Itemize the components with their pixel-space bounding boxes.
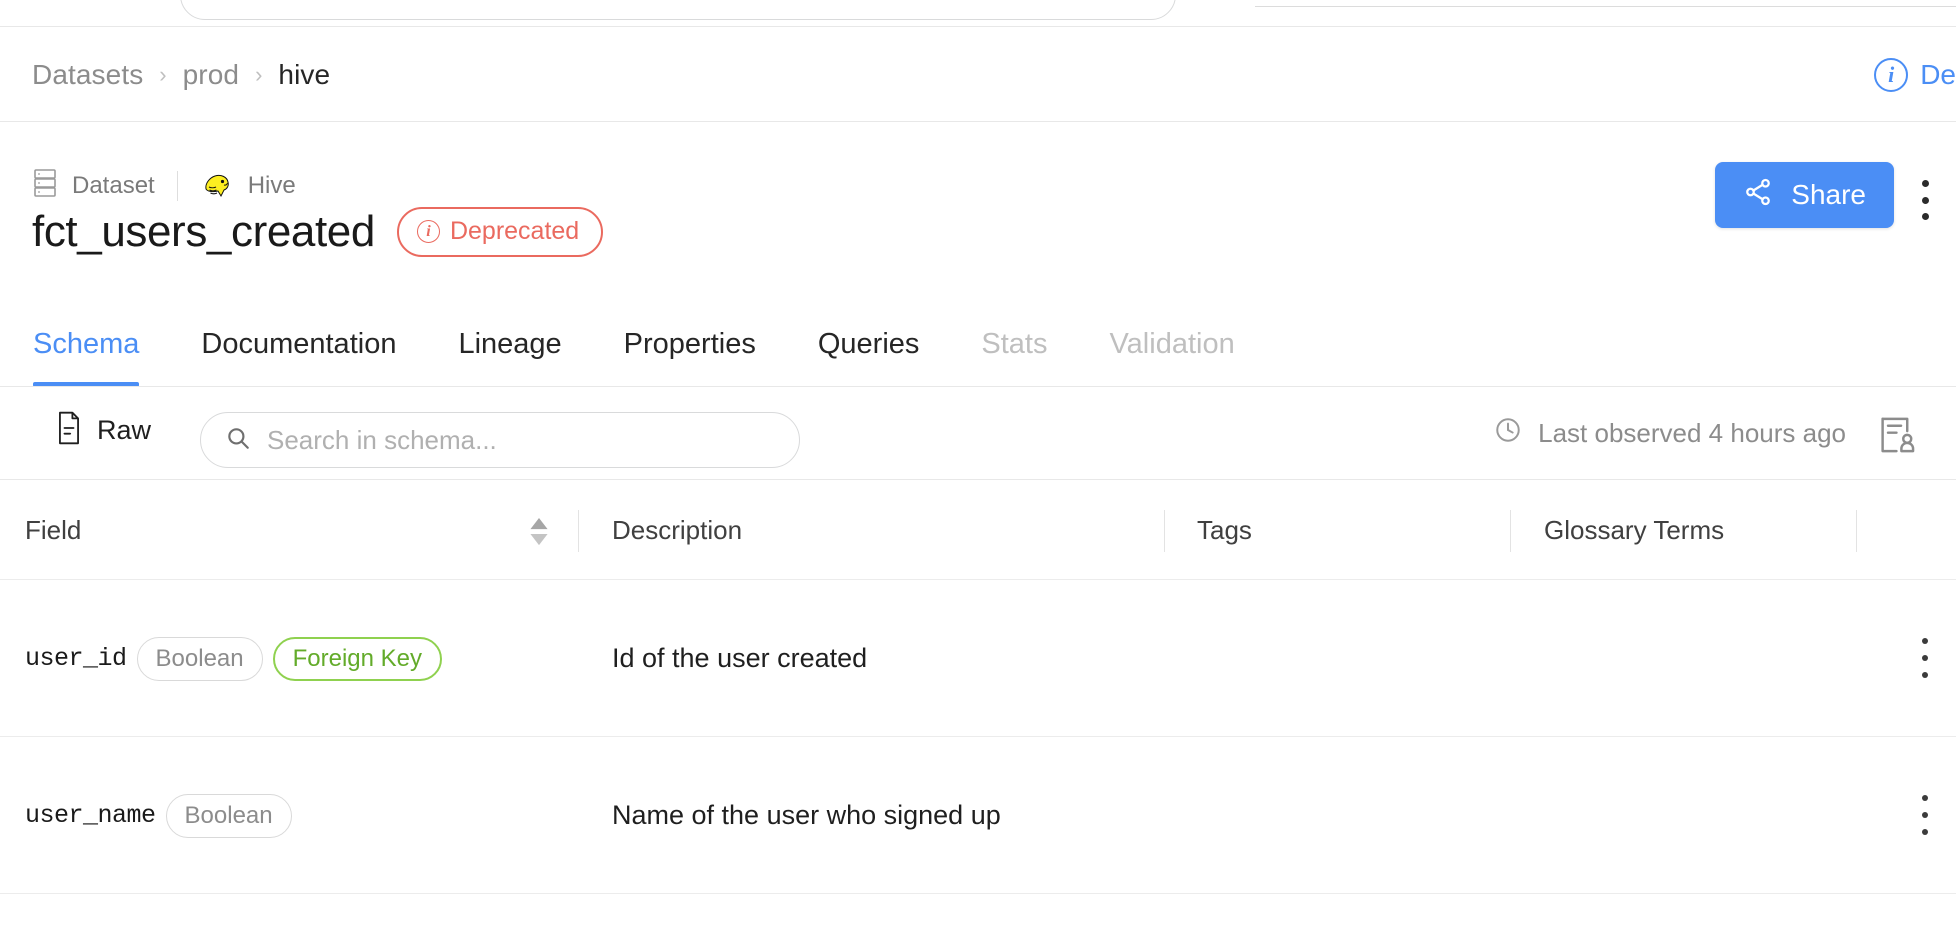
dataset-title-row: fct_users_created i Deprecated xyxy=(32,207,603,257)
entity-tabs: Schema Documentation Lineage Properties … xyxy=(0,302,1956,387)
breadcrumb-item-prod[interactable]: prod xyxy=(183,59,239,91)
row-more-options-button[interactable] xyxy=(1910,795,1940,835)
dot xyxy=(1922,812,1928,818)
field-cell: user_name Boolean xyxy=(25,737,292,894)
column-divider xyxy=(578,510,579,552)
tab-list: Schema Documentation Lineage Properties … xyxy=(33,302,1235,387)
share-button[interactable]: Share xyxy=(1715,162,1894,228)
field-type-badge: Boolean xyxy=(166,794,292,838)
column-divider xyxy=(1164,510,1165,552)
field-description[interactable]: Name of the user who signed up xyxy=(612,737,1001,894)
field-cell: user_id Boolean Foreign Key xyxy=(25,580,442,737)
dot xyxy=(1922,655,1928,661)
dot xyxy=(1922,213,1929,220)
deprecated-notice-label: De xyxy=(1920,59,1956,91)
dataset-meta: Dataset Hive xyxy=(32,168,296,203)
tab-documentation[interactable]: Documentation xyxy=(201,302,396,387)
tab-validation: Validation xyxy=(1109,302,1234,387)
foreign-key-badge: Foreign Key xyxy=(273,637,442,681)
column-header-glossary-terms[interactable]: Glossary Terms xyxy=(1544,480,1724,580)
header-rule-stub xyxy=(1255,6,1956,7)
breadcrumb-bar: Datasets › prod › hive i De xyxy=(0,27,1956,122)
dot xyxy=(1922,795,1928,801)
column-header-field[interactable]: Field xyxy=(25,480,81,580)
document-icon xyxy=(55,411,83,450)
field-name: user_name xyxy=(25,801,156,830)
more-options-button[interactable] xyxy=(1910,180,1940,220)
breadcrumb: Datasets › prod › hive xyxy=(32,27,330,122)
meta-divider xyxy=(177,171,178,201)
schema-toolbar: Raw Last observed 4 hours ago xyxy=(0,387,1956,480)
clock-icon xyxy=(1494,416,1522,451)
table-row[interactable]: user_name Boolean Name of the user who s… xyxy=(0,737,1956,894)
column-header-description[interactable]: Description xyxy=(612,480,742,580)
dot xyxy=(1922,180,1929,187)
raw-toggle-button[interactable]: Raw xyxy=(55,411,151,450)
column-divider xyxy=(1856,510,1857,552)
dataset-type-label: Dataset xyxy=(72,172,155,200)
hive-logo-icon xyxy=(200,169,234,203)
field-description[interactable]: Id of the user created xyxy=(612,580,867,737)
cropped-top-strip xyxy=(0,0,1956,27)
column-header-tags[interactable]: Tags xyxy=(1197,480,1252,580)
tab-lineage[interactable]: Lineage xyxy=(458,302,561,387)
page-title: fct_users_created xyxy=(32,210,375,254)
tab-queries[interactable]: Queries xyxy=(818,302,920,387)
row-more-options-button[interactable] xyxy=(1910,638,1940,678)
dot xyxy=(1922,829,1928,835)
tab-properties[interactable]: Properties xyxy=(624,302,756,387)
dot xyxy=(1922,672,1928,678)
field-type-badge: Boolean xyxy=(137,637,263,681)
breadcrumb-item-hive[interactable]: hive xyxy=(278,59,330,91)
dataset-header: Dataset Hive fct_users_created i Depreca… xyxy=(0,122,1956,302)
dataset-type-icon xyxy=(32,168,58,203)
tab-stats: Stats xyxy=(981,302,1047,387)
schema-blame-icon[interactable] xyxy=(1878,415,1918,455)
info-icon: i xyxy=(417,220,440,243)
table-row[interactable]: user_id Boolean Foreign Key Id of the us… xyxy=(0,580,1956,737)
breadcrumb-item-datasets[interactable]: Datasets xyxy=(32,59,143,91)
row-divider xyxy=(0,893,1956,894)
last-observed-status: Last observed 4 hours ago xyxy=(1494,387,1846,480)
chevron-right-icon: › xyxy=(159,64,166,86)
chevron-right-icon: › xyxy=(255,64,262,86)
dot xyxy=(1922,638,1928,644)
status-badge-deprecated[interactable]: i Deprecated xyxy=(397,207,603,257)
tab-schema[interactable]: Schema xyxy=(33,302,139,387)
search-icon xyxy=(225,425,251,456)
dot xyxy=(1922,197,1929,204)
schema-search-box[interactable] xyxy=(200,412,800,468)
status-badge-label: Deprecated xyxy=(450,217,579,246)
last-observed-label: Last observed 4 hours ago xyxy=(1538,418,1846,449)
share-icon xyxy=(1743,177,1773,214)
deprecated-notice[interactable]: i De xyxy=(1874,27,1956,122)
share-button-label: Share xyxy=(1791,179,1866,211)
schema-table-header: Field Description Tags Glossary Terms xyxy=(0,480,1956,580)
platform-label: Hive xyxy=(248,172,296,200)
search-input[interactable] xyxy=(267,425,775,456)
field-name: user_id xyxy=(25,644,127,673)
raw-toggle-label: Raw xyxy=(97,415,151,446)
global-search-stub[interactable] xyxy=(180,0,1176,20)
dataset-profile-page: Datasets › prod › hive i De xyxy=(0,0,1956,926)
column-divider xyxy=(1510,510,1511,552)
info-icon: i xyxy=(1874,58,1908,92)
sort-field-icon[interactable] xyxy=(528,518,550,546)
